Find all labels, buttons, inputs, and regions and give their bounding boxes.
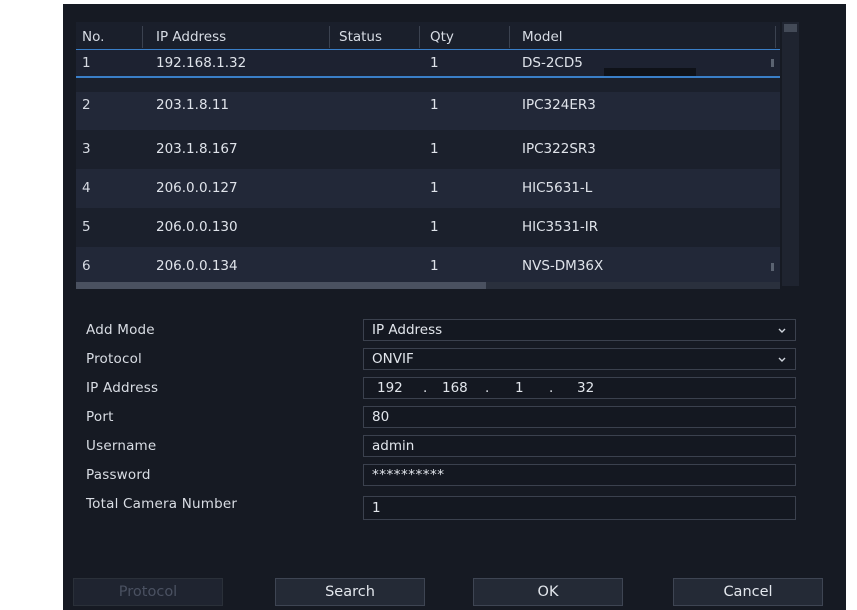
- redaction-bar: [604, 68, 696, 76]
- table-row[interactable]: 6 206.0.0.134 1 NVS-DM36X: [76, 247, 780, 286]
- column-divider[interactable]: [509, 26, 510, 48]
- protocol-button[interactable]: Protocol: [73, 578, 223, 606]
- ip-address-label: IP Address: [86, 380, 159, 396]
- cell-ip-address: 192.168.1.32: [156, 55, 247, 71]
- row-edge-marker: [771, 262, 774, 271]
- cell-qty: 1: [430, 258, 439, 274]
- column-divider[interactable]: [142, 26, 143, 48]
- vertical-scrollbar[interactable]: [782, 22, 799, 286]
- username-label: Username: [86, 438, 157, 454]
- vertical-scroll-thumb[interactable]: [784, 24, 797, 32]
- cell-model: DS-2CD5: [522, 55, 583, 71]
- port-value: 80: [372, 409, 390, 425]
- cell-ip-address: 206.0.0.134: [156, 258, 238, 274]
- ip-octet-2[interactable]: 168: [442, 378, 468, 399]
- cell-qty: 1: [430, 55, 439, 71]
- cell-no: 6: [82, 258, 91, 274]
- cell-no: 4: [82, 180, 91, 196]
- chevron-down-icon: [778, 357, 786, 362]
- column-header-qty[interactable]: Qty: [430, 22, 454, 52]
- chevron-down-icon: [778, 328, 786, 333]
- table-row[interactable]: 2 203.1.8.11 1 IPC324ER3: [76, 92, 780, 130]
- password-input[interactable]: **********: [363, 464, 796, 486]
- row-spacer: [76, 78, 780, 92]
- protocol-label: Protocol: [86, 351, 143, 367]
- ip-octet-4[interactable]: 32: [577, 378, 594, 399]
- ip-separator: .: [549, 380, 554, 396]
- cell-no: 2: [82, 97, 91, 113]
- ip-separator: .: [485, 380, 490, 396]
- cell-ip-address: 206.0.0.130: [156, 219, 238, 235]
- column-header-ip-address[interactable]: IP Address: [156, 22, 226, 52]
- cell-qty: 1: [430, 219, 439, 235]
- table-row[interactable]: 3 203.1.8.167 1 IPC322SR3: [76, 130, 780, 169]
- column-header-model[interactable]: Model: [522, 22, 563, 52]
- column-divider[interactable]: [329, 26, 330, 48]
- ip-separator: .: [423, 380, 428, 396]
- add-mode-label: Add Mode: [86, 322, 155, 338]
- ok-button[interactable]: OK: [473, 578, 623, 606]
- cell-model: HIC5631-L: [522, 180, 593, 196]
- username-input[interactable]: admin: [363, 435, 796, 457]
- cell-no: 5: [82, 219, 91, 235]
- cell-qty: 1: [430, 97, 439, 113]
- protocol-value: ONVIF: [372, 351, 414, 367]
- table-body: 1 192.168.1.32 1 DS-2CD5 2 203.1.8.11 1 …: [76, 50, 780, 286]
- ip-octet-1[interactable]: 192: [377, 378, 403, 399]
- cell-model: IPC324ER3: [522, 97, 596, 113]
- ip-address-input[interactable]: 192 . 168 . 1 . 32: [363, 377, 796, 399]
- add-device-dialog: No. IP Address Status Qty Model 1 192.16…: [63, 4, 846, 610]
- table-header: No. IP Address Status Qty Model: [76, 22, 780, 50]
- cell-qty: 1: [430, 180, 439, 196]
- cell-model: IPC322SR3: [522, 141, 596, 157]
- column-divider[interactable]: [419, 26, 420, 48]
- protocol-select[interactable]: ONVIF: [363, 348, 796, 370]
- add-mode-select[interactable]: IP Address: [363, 319, 796, 341]
- cell-model: NVS-DM36X: [522, 258, 604, 274]
- total-camera-number-label: Total Camera Number: [86, 496, 238, 512]
- horizontal-scrollbar[interactable]: [76, 282, 780, 289]
- column-header-no[interactable]: No.: [82, 22, 104, 52]
- total-camera-number-value: 1: [372, 500, 381, 516]
- ip-octet-3[interactable]: 1: [515, 378, 524, 399]
- row-edge-marker: [771, 59, 774, 67]
- port-label: Port: [86, 409, 114, 425]
- password-value: **********: [372, 467, 445, 483]
- cell-no: 3: [82, 141, 91, 157]
- add-mode-value: IP Address: [372, 322, 443, 338]
- table-row[interactable]: 5 206.0.0.130 1 HIC3531-IR: [76, 208, 780, 247]
- cell-qty: 1: [430, 141, 439, 157]
- column-divider[interactable]: [775, 26, 776, 48]
- total-camera-number-input[interactable]: 1: [363, 496, 796, 520]
- port-input[interactable]: 80: [363, 406, 796, 428]
- column-header-status[interactable]: Status: [339, 22, 382, 52]
- cell-model: HIC3531-IR: [522, 219, 599, 235]
- table-row[interactable]: 4 206.0.0.127 1 HIC5631-L: [76, 169, 780, 208]
- cell-no: 1: [82, 55, 91, 71]
- cell-ip-address: 203.1.8.11: [156, 97, 229, 113]
- cell-ip-address: 206.0.0.127: [156, 180, 238, 196]
- cell-ip-address: 203.1.8.167: [156, 141, 238, 157]
- password-label: Password: [86, 467, 151, 483]
- device-table: No. IP Address Status Qty Model 1 192.16…: [76, 22, 780, 286]
- horizontal-scroll-thumb[interactable]: [76, 282, 486, 289]
- table-row-selected[interactable]: 1 192.168.1.32 1 DS-2CD5: [76, 50, 780, 78]
- username-value: admin: [372, 438, 415, 454]
- search-button[interactable]: Search: [275, 578, 425, 606]
- cancel-button[interactable]: Cancel: [673, 578, 823, 606]
